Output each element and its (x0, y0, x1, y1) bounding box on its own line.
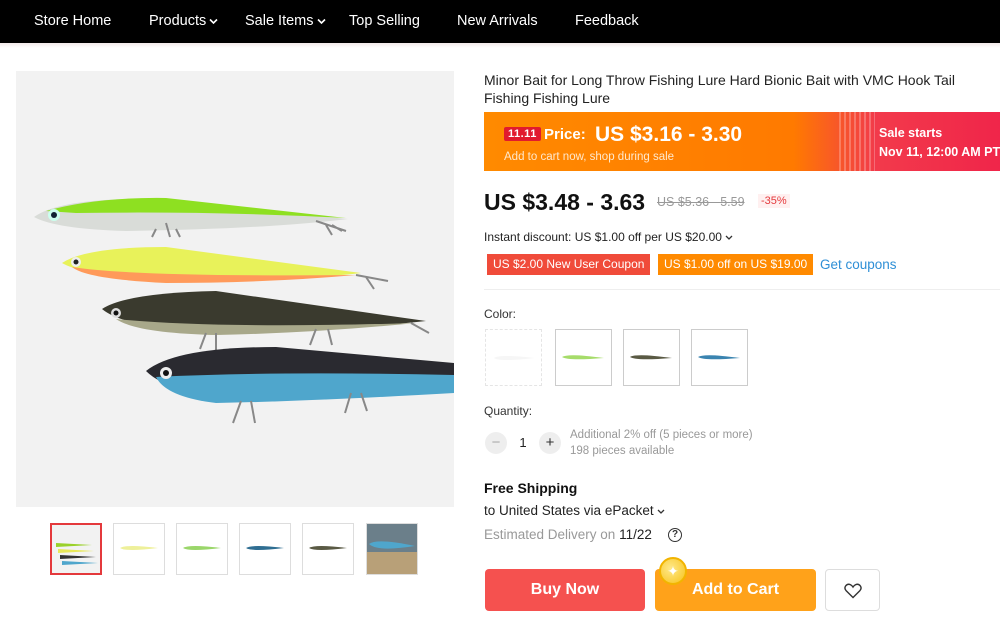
estimated-delivery: Estimated Delivery on 11/22 (484, 527, 652, 542)
new-user-coupon[interactable]: US $2.00 New User Coupon (487, 254, 651, 275)
promo-decoration (839, 112, 875, 171)
thumbnail-6[interactable] (366, 523, 418, 575)
main-product-image[interactable] (16, 71, 454, 507)
shipping-destination-text: to United States via ePacket (484, 503, 654, 518)
nav-label: Top Selling (349, 13, 420, 29)
original-price: US $5.36 - 5.59 (657, 195, 745, 209)
thumbnail-1[interactable] (50, 523, 102, 575)
color-label: Color: (484, 307, 517, 321)
quantity-discount-note: Additional 2% off (5 pieces or more) (570, 429, 753, 441)
nav-store-home[interactable]: Store Home (34, 13, 111, 29)
shipping-destination[interactable]: to United States via ePacket (484, 503, 665, 518)
quantity-increase-button[interactable]: + (539, 432, 561, 454)
promo-price: US $3.16 - 3.30 (595, 123, 743, 146)
color-swatch-blue[interactable] (691, 329, 748, 386)
wishlist-button[interactable] (825, 569, 880, 611)
color-swatch-green[interactable] (555, 329, 612, 386)
buy-now-button[interactable]: Buy Now (485, 569, 645, 611)
nav-label: Store Home (34, 13, 112, 29)
chevron-down-icon (316, 13, 326, 29)
nav-feedback[interactable]: Feedback (575, 13, 639, 29)
estimated-delivery-date: 11/22 (619, 527, 652, 542)
nav-sale-items[interactable]: Sale Items (245, 13, 326, 29)
color-swatch-white[interactable] (485, 329, 542, 386)
store-coupon[interactable]: US $1.00 off on US $19.00 (658, 254, 814, 275)
nav-top-selling[interactable]: Top Selling (349, 13, 420, 29)
sale-tag: 11.11 (504, 127, 541, 141)
top-nav: Store Home Products Sale Items Top Selli… (0, 0, 1000, 43)
nav-label: Feedback (575, 13, 639, 29)
current-price: US $3.48 - 3.63 (484, 189, 646, 215)
nav-label: Products (149, 13, 207, 29)
chevron-down-icon (209, 13, 218, 29)
get-coupons-link[interactable]: Get coupons (820, 257, 897, 272)
nav-new-arrivals[interactable]: New Arrivals (457, 13, 538, 29)
thumbnail-4[interactable] (239, 523, 291, 575)
nav-shadow (0, 43, 1000, 48)
help-icon[interactable]: ? (668, 528, 682, 542)
sale-promo-banner: 11.11 Price: US $3.16 - 3.30 Add to cart… (484, 112, 1000, 171)
heart-icon (844, 583, 862, 604)
sale-starts-label: Sale starts (879, 126, 943, 140)
estimated-delivery-label: Estimated Delivery on (484, 527, 616, 542)
thumbnail-3[interactable] (176, 523, 228, 575)
promo-price-label: Price: (544, 126, 586, 143)
quantity-label: Quantity: (484, 404, 533, 418)
product-title: Minor Bait for Long Throw Fishing Lure H… (484, 72, 956, 106)
chevron-down-icon (725, 230, 733, 244)
nav-products[interactable]: Products (149, 13, 218, 29)
thumbnail-5[interactable] (302, 523, 354, 575)
instant-discount-text: Instant discount: US $1.00 off per US $2… (484, 230, 722, 244)
color-swatch-dark[interactable] (623, 329, 680, 386)
divider (484, 289, 1000, 290)
coin-icon: ✦ (659, 557, 687, 585)
nav-label: New Arrivals (457, 13, 538, 29)
instant-discount[interactable]: Instant discount: US $1.00 off per US $2… (484, 230, 733, 244)
quantity-decrease-button[interactable]: − (485, 432, 507, 454)
quantity-value[interactable]: 1 (512, 435, 534, 450)
pieces-available: 198 pieces available (570, 445, 675, 457)
chevron-down-icon (657, 503, 665, 518)
thumbnail-2[interactable] (113, 523, 165, 575)
nav-label: Sale Items (245, 13, 314, 29)
promo-subtitle: Add to cart now, shop during sale (504, 151, 675, 163)
shipping-title: Free Shipping (484, 480, 578, 496)
discount-badge: -35% (758, 194, 790, 208)
sale-starts-date: Nov 11, 12:00 AM PT (879, 145, 1000, 159)
